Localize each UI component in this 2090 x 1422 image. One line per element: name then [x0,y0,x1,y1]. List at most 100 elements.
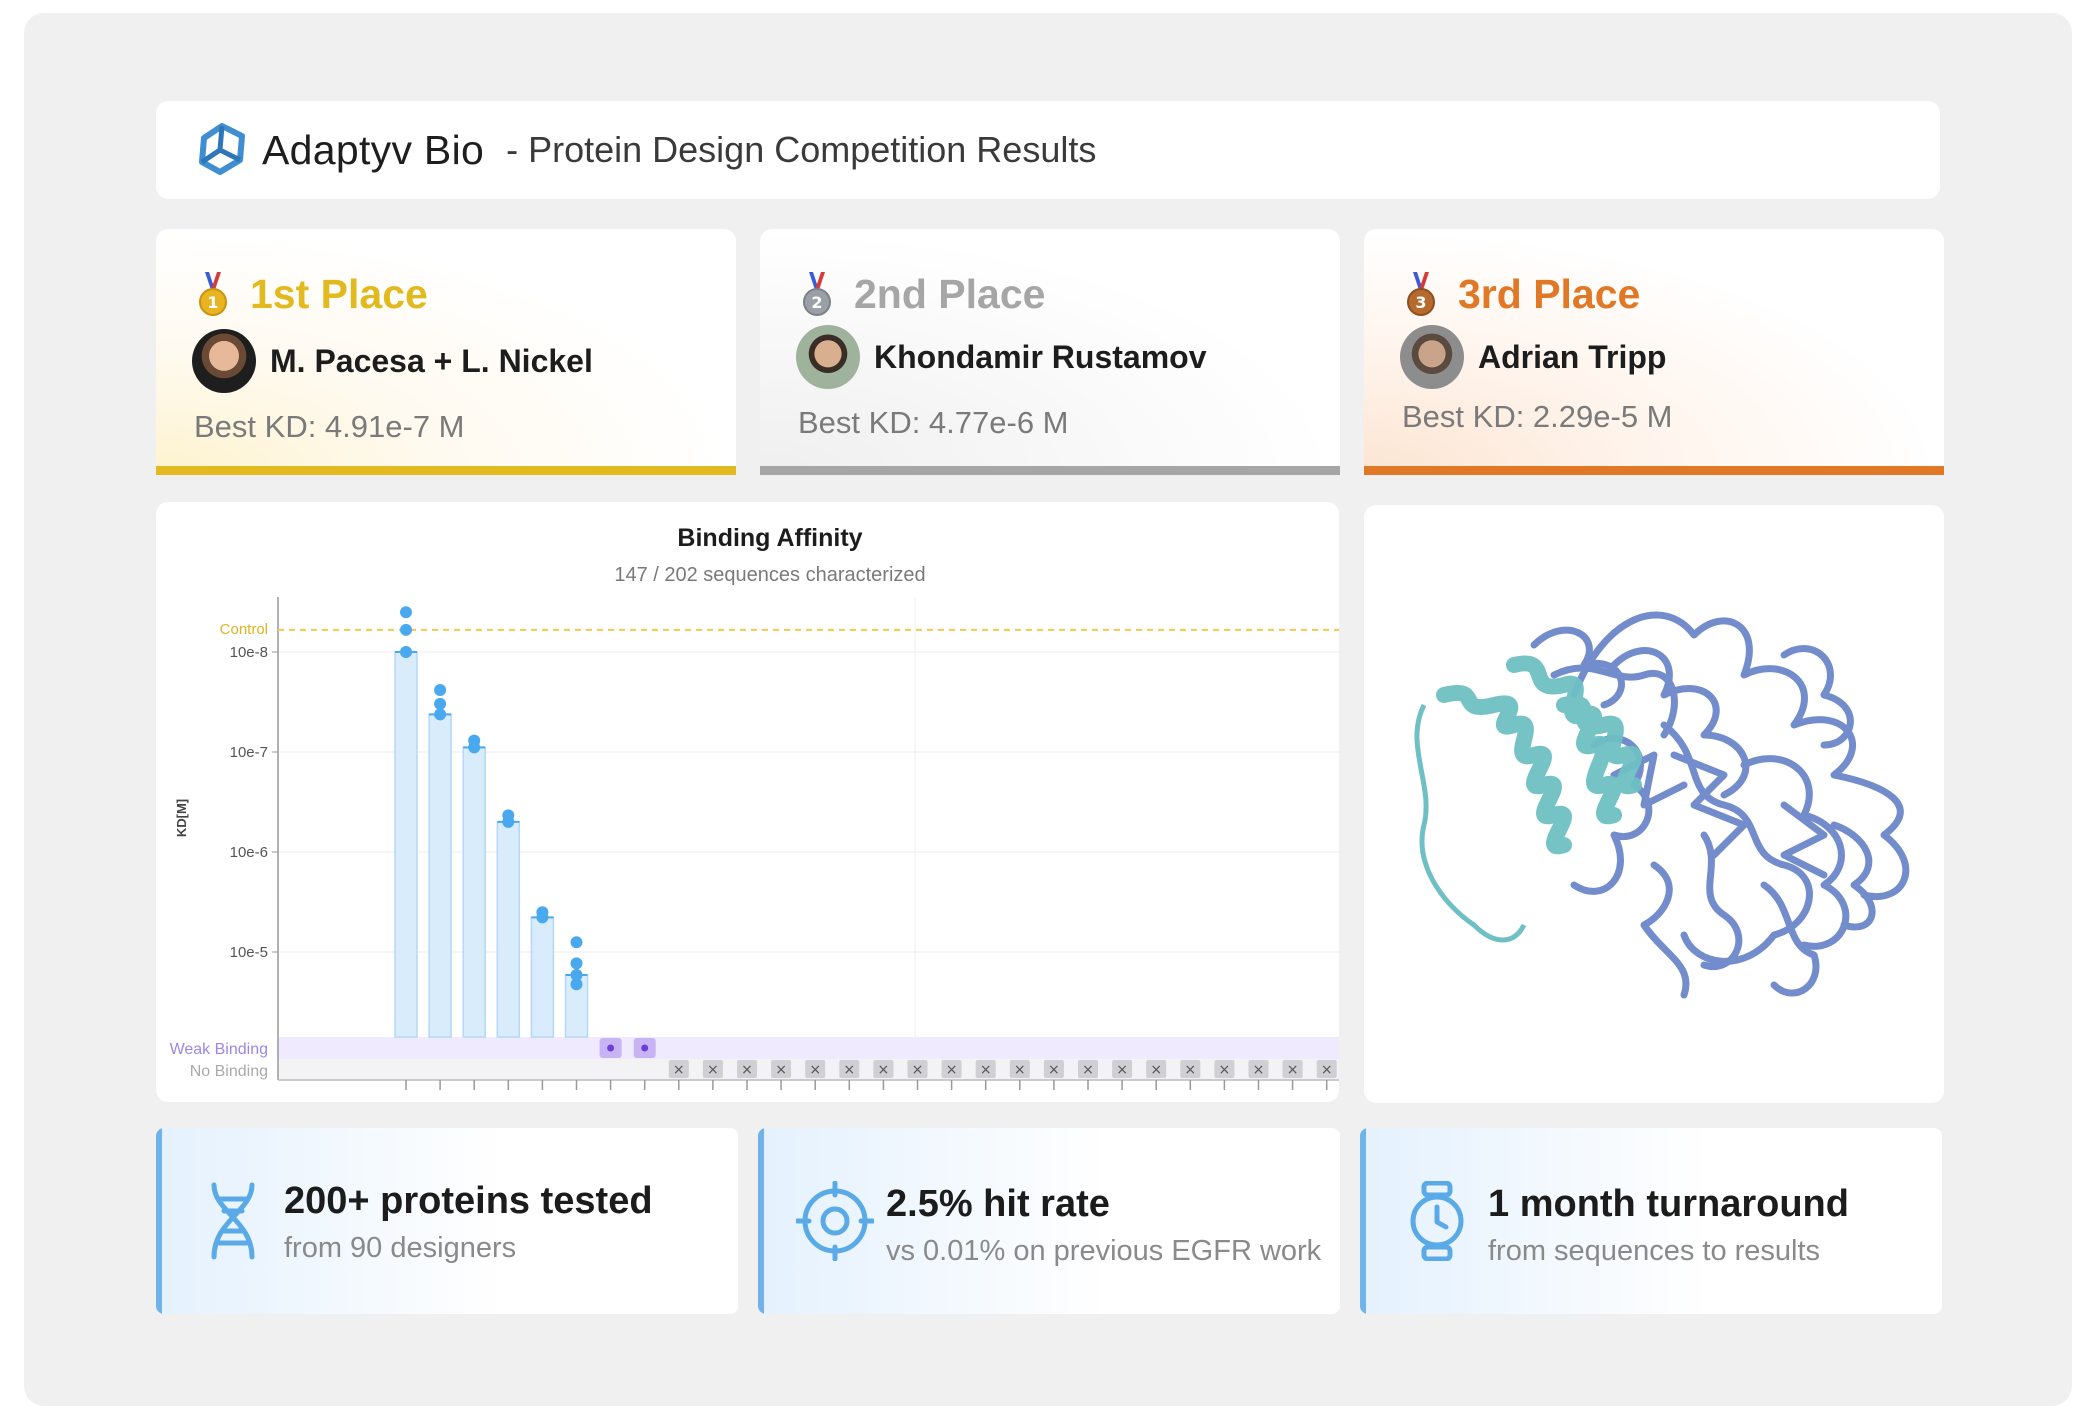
data-point [536,911,549,924]
no-binding-x: × [775,1062,787,1078]
chart-title: Binding Affinity [677,524,862,552]
data-point [468,741,481,754]
data-point [434,708,447,721]
adaptyv-logo-icon [199,123,245,175]
y-tick-label: 10e-8 [230,644,268,661]
stat-accent-bar [758,1128,764,1314]
first-place-best-kd: Best KD: 4.91e-7 M [194,409,465,444]
bar [428,713,452,1038]
no-binding-x: × [707,1062,719,1078]
second-place-accent-bar [760,466,1340,475]
stat-proteins-tested: 200+ proteins tested from 90 designers [156,1128,738,1314]
no-binding-x: × [1014,1062,1026,1078]
third-place-best-kd: Best KD: 2.29e-5 M [1402,399,1673,434]
stat-title: 2.5% hit rate [886,1183,1110,1225]
data-point [570,978,583,991]
no-binding-x: × [1150,1062,1162,1078]
data-point [400,623,412,636]
stat-subtitle: from sequences to results [1488,1235,1821,1267]
no-binding-x: × [741,1062,753,1078]
y-tick-label: 10e-6 [230,844,268,861]
first-place-accent-bar [156,466,736,475]
third-place-accent-bar [1364,466,1944,475]
weak-binding-band [278,1037,1339,1059]
third-place-heading: 3 3rd Place [1404,271,1640,318]
y-tick-label: 10e-5 [230,944,268,961]
page-title: - Protein Design Competition Results [506,129,1097,170]
no-binding-x: × [946,1062,958,1078]
no-binding-x: × [878,1062,890,1078]
stat-accent-bar [1360,1128,1366,1314]
y-axis-label: KD[M] [174,799,189,837]
second-place-best-kd: Best KD: 4.77e-6 M [798,405,1069,440]
no-binding-label: No Binding [190,1063,268,1080]
bar [394,651,418,1038]
no-binding-x: × [1287,1062,1299,1078]
chart-subtitle: 147 / 202 sequences characterized [614,564,925,586]
data-point [570,936,583,949]
stopwatch-icon [1410,1181,1464,1261]
second-place-card: 2 2nd Place Khondamir Rustamov Best KD: … [760,229,1340,475]
first-place-card: 1 1st Place M. Pacesa + L. Nickel Best K… [156,229,736,475]
bronze-medal-icon: 3 [1407,271,1435,316]
second-place-name: Khondamir Rustamov [874,338,1207,375]
stat-hit-rate: 2.5% hit rate vs 0.01% on previous EGFR … [758,1128,1340,1314]
bar [530,916,555,1038]
binding-affinity-chart-card: Binding Affinity 147 / 202 sequences cha… [156,502,1339,1102]
no-binding-x: × [912,1062,924,1078]
no-binding-x: × [1184,1062,1196,1078]
silver-medal-icon: 2 [803,271,831,316]
data-point [400,646,412,658]
no-binding-x: × [1253,1062,1265,1078]
stat-accent-bar [156,1128,162,1314]
data-point [400,606,412,619]
no-binding-x: × [980,1062,992,1078]
first-place-title: 1st Place [250,271,428,317]
stat-subtitle: vs 0.01% on previous EGFR work [886,1235,1322,1267]
no-binding-x: × [1219,1062,1231,1078]
weak-binding-label: Weak Binding [170,1041,268,1058]
dna-icon [211,1182,255,1260]
no-binding-x: × [1321,1062,1333,1078]
no-binding-x: × [1048,1062,1060,1078]
second-place-title: 2nd Place [854,271,1046,317]
stat-turnaround: 1 month turnaround from sequences to res… [1360,1128,1942,1314]
target-icon [796,1181,874,1261]
gold-medal-icon: 1 [199,271,227,316]
avatar [1400,325,1464,389]
svg-text:3: 3 [1415,293,1426,312]
no-binding-x: × [1082,1062,1094,1078]
avatar [192,329,256,393]
first-place-person[interactable]: M. Pacesa + L. Nickel [192,329,593,393]
first-place-heading: 1 1st Place [196,271,428,318]
no-binding-x: × [809,1062,821,1078]
svg-text:1: 1 [207,293,218,312]
data-point [502,815,515,828]
bar [462,746,486,1038]
y-tick-label: 10e-7 [230,744,268,761]
stat-subtitle: from 90 designers [284,1232,517,1264]
third-place-title: 3rd Place [1458,271,1641,317]
stat-title: 1 month turnaround [1488,1183,1849,1225]
data-point [570,957,583,970]
stat-title: 200+ proteins tested [284,1180,653,1222]
second-place-heading: 2 2nd Place [800,271,1045,318]
third-place-name: Adrian Tripp [1478,338,1667,375]
protein-structure-card [1364,505,1944,1103]
data-point [434,684,447,697]
data-point [434,697,447,710]
no-binding-x: × [843,1062,855,1078]
bar [496,821,521,1038]
chart-plot-area: 10e-8 10e-7 10e-6 10e-5 Control Weak Binding N… [170,597,1339,1090]
header-bar: Adaptyv Bio - Protein Design Competition… [156,101,1940,199]
second-place-person[interactable]: Khondamir Rustamov [796,325,1206,389]
binding-affinity-chart: Binding Affinity 147 / 202 sequences cha… [170,524,1339,1090]
third-place-person[interactable]: Adrian Tripp [1400,325,1666,389]
first-place-name: M. Pacesa + L. Nickel [270,342,593,379]
control-label: Control [220,621,268,638]
no-binding-x: × [673,1062,685,1078]
no-binding-x: × [1116,1062,1128,1078]
avatar [796,325,860,389]
weak-binding-dot [641,1044,649,1052]
third-place-card: 3 3rd Place Adrian Tripp Best KD: 2.29e-… [1364,229,1944,475]
